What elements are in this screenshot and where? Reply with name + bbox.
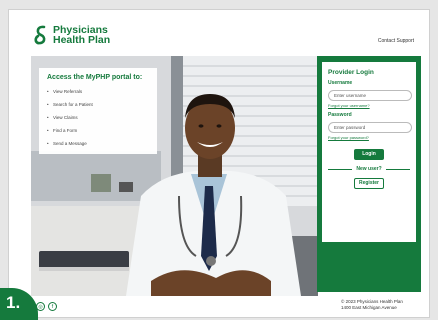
login-button[interactable]: Login [354,149,384,160]
login-form: Provider Login Username Enter username F… [322,62,416,242]
divider-line [385,168,411,170]
portal-menu-item[interactable]: • View Claims [47,111,157,124]
username-input[interactable]: Enter username [328,90,412,101]
forgot-password-link[interactable]: Forgot your password? [328,135,416,140]
brand-name-line2: Health Plan [53,34,111,46]
footer-copyright: © 2023 Physicians Health Plan 1400 East … [341,299,403,310]
password-label: Password [328,112,352,118]
portal-menu-item-label: View Referrals [53,89,83,94]
forgot-username-link[interactable]: Forgot your username? [328,103,416,108]
divider-line [328,168,353,170]
portal-menu-panel: Access the MyPHP portal to: • View Referr… [39,68,157,154]
address-text: 1400 East Michigan Avenue [341,304,397,310]
portal-menu-item[interactable]: • Search for a Patient [47,98,157,111]
site-footer: ◎ f © 2023 Physicians Health Plan 1400 E… [9,297,429,317]
hero-photo: Access the MyPHP portal to: • View Referr… [31,56,318,296]
copyright-text: © 2023 Physicians Health Plan [341,299,403,304]
logo-mark-icon [34,25,46,45]
page-frame: Physicians Health Plan Contact Support A… [8,9,430,318]
site-header: Physicians Health Plan Contact Support [9,10,429,54]
portal-menu-item-label: Search for a Patient [53,102,93,107]
brand-name: Physicians Health Plan [53,25,111,46]
new-user-divider: New user? [328,166,411,172]
portal-menu-item-label: Find a Form [53,128,78,133]
provider-login-panel: Provider Login Username Enter username F… [317,56,421,292]
portal-menu-title: Access the MyPHP portal to: [47,74,143,81]
portal-menu-item[interactable]: • Send a Message [47,137,157,150]
new-user-label: New user? [356,166,382,172]
login-title: Provider Login [328,69,374,76]
social-links: ◎ f [36,302,60,311]
facebook-icon[interactable]: f [48,302,57,311]
register-button[interactable]: Register [354,178,384,189]
portal-menu-item[interactable]: • Find a Form [47,124,157,137]
contact-support-link[interactable]: Contact Support [378,38,414,44]
portal-menu-item-label: Send a Message [53,141,87,146]
password-input[interactable]: Enter password [328,122,412,133]
username-label: Username [328,80,353,86]
portal-menu-item-label: View Claims [53,115,78,120]
brand-logo[interactable]: Physicians Health Plan [33,24,110,46]
portal-menu-item[interactable]: • View Referrals [47,85,157,98]
step-number: 1. [6,293,21,312]
